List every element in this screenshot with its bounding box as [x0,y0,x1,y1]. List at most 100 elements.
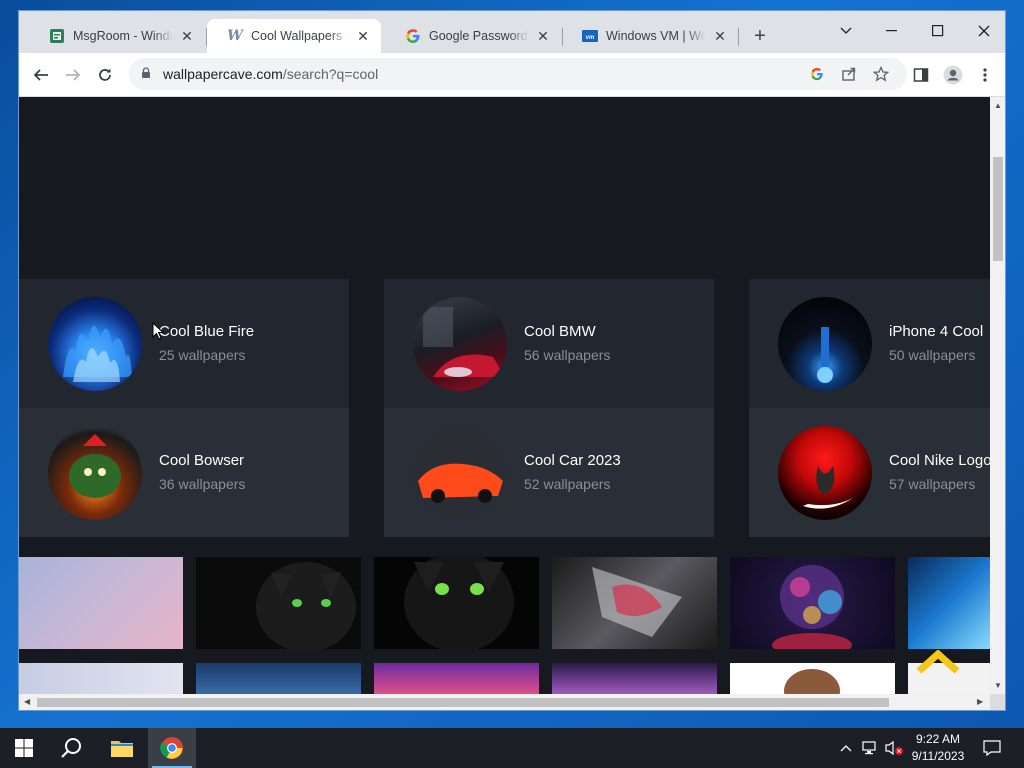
reload-button[interactable] [91,61,119,89]
scroll-left-arrow-icon[interactable]: ◀ [24,697,30,706]
clock-date: 9/11/2023 [911,749,965,763]
address-bar[interactable]: wallpapercave.com/search?q=cool [129,58,907,90]
side-panel-icon[interactable] [909,63,933,87]
horizontal-scrollbar[interactable]: ◀ ▶ [19,694,990,710]
category-count: 52 wallpapers [524,476,611,492]
category-name: Cool Blue Fire [159,323,255,340]
wallpaper-thumbnail[interactable] [196,557,361,649]
category-card[interactable]: Cool Blue Fire 25 wallpapers [19,279,349,408]
minimize-icon[interactable] [869,17,915,45]
category-card[interactable]: Cool Nike Logo 57 wallpapers [749,408,990,537]
tab-title: Windows VM | Workspace [606,29,706,43]
category-count: 57 wallpapers [889,476,976,492]
msgroom-icon [49,28,65,44]
network-icon[interactable] [858,728,882,768]
category-card[interactable]: Cool Bowser 36 wallpapers [19,408,349,537]
tab-close-icon[interactable]: ✕ [535,28,551,44]
tab-strip: MsgRoom - Windows ✕ W Cool Wallpapers - … [19,11,1005,53]
wallpaper-thumbnail[interactable] [374,663,539,694]
wallpaper-thumbnail[interactable] [908,557,990,649]
new-tab-button[interactable]: + [749,25,771,47]
tab-close-icon[interactable]: ✕ [355,28,371,44]
tab-windows-vm[interactable]: vm Windows VM | Workspace ✕ [562,19,738,53]
category-thumbnail [48,426,142,520]
tab-title: Google Password Manager [429,29,529,43]
category-name: Cool Bowser [159,452,245,469]
wallpaper-thumbnail[interactable] [374,557,539,649]
clock-time: 9:22 AM [915,732,961,746]
scroll-to-top-button[interactable] [915,647,961,677]
maximize-icon[interactable] [915,17,961,45]
search-icon[interactable] [48,728,96,768]
vertical-scrollbar[interactable]: ▲ ▼ [990,97,1005,694]
category-name: iPhone 4 Cool [889,323,984,340]
scrollbar-thumb[interactable] [993,157,1003,261]
google-lens-icon[interactable] [807,64,827,84]
scroll-right-arrow-icon[interactable]: ▶ [977,697,983,706]
windows-start-icon[interactable] [0,728,48,768]
browser-window: MsgRoom - Windows ✕ W Cool Wallpapers - … [18,10,1006,711]
taskbar-clock[interactable]: 9:22 AM 9/11/2023 [905,731,971,765]
category-thumbnail [778,297,872,391]
wallpaper-thumbnail[interactable] [730,663,895,694]
url-text: wallpapercave.com/search?q=cool [163,66,378,82]
tab-msgroom[interactable]: MsgRoom - Windows ✕ [29,19,205,53]
category-name: Cool BMW [524,323,596,340]
url-path: /search?q=cool [282,66,379,82]
page-viewport: Cool Blue Fire 25 wallpapers Cool BMW 56… [19,97,990,694]
category-thumbnail [48,297,142,391]
wallpaper-thumbnail[interactable] [196,663,361,694]
close-icon[interactable] [961,17,1005,45]
wallpaper-thumbnail[interactable] [19,557,183,649]
chevron-down-icon[interactable] [823,17,869,45]
wallpaper-thumbnail[interactable] [19,663,183,694]
tab-close-icon[interactable]: ✕ [179,28,195,44]
category-count: 56 wallpapers [524,347,611,363]
profile-icon[interactable] [941,63,965,87]
svg-text:vm: vm [586,35,595,41]
lock-icon [141,66,155,82]
scrollbar-thumb[interactable] [37,698,889,707]
category-card[interactable]: Cool BMW 56 wallpapers [384,279,714,408]
browser-toolbar: wallpapercave.com/search?q=cool [19,53,1005,97]
wallpapercave-icon: W [227,28,243,44]
volume-muted-icon[interactable] [882,728,906,768]
taskbar: 9:22 AM 9/11/2023 [0,728,1024,768]
scroll-down-arrow-icon[interactable]: ▼ [994,681,1002,690]
wallpaper-thumbnail[interactable] [552,557,717,649]
tab-close-icon[interactable]: ✕ [712,28,728,44]
tab-title: MsgRoom - Windows [73,29,173,43]
category-card[interactable]: iPhone 4 Cool 50 wallpapers [749,279,990,408]
chrome-icon[interactable] [148,728,196,768]
chevron-up-icon [916,650,960,674]
share-icon[interactable] [839,64,859,84]
category-count: 25 wallpapers [159,347,246,363]
category-count: 36 wallpapers [159,476,246,492]
category-count: 50 wallpapers [889,347,976,363]
notification-icon[interactable] [978,728,1006,768]
url-domain: wallpapercave.com [163,66,283,82]
forward-button[interactable] [59,61,87,89]
back-button[interactable] [27,61,55,89]
category-thumbnail [413,426,507,520]
vmware-icon: vm [582,28,598,44]
google-icon [405,28,421,44]
scrollbar-corner [990,694,1005,710]
wallpaper-thumbnail[interactable] [552,663,717,694]
tab-google-password-manager[interactable]: Google Password Manager ✕ [385,19,561,53]
menu-icon[interactable] [973,63,997,87]
ad-space [19,97,990,279]
category-thumbnail [778,426,872,520]
mouse-cursor-icon [152,321,165,340]
category-card[interactable]: Cool Car 2023 52 wallpapers [384,408,714,537]
category-thumbnail [413,297,507,391]
category-name: Cool Car 2023 [524,452,621,469]
file-explorer-icon[interactable] [98,728,146,768]
category-name: Cool Nike Logo [889,452,990,469]
scroll-up-arrow-icon[interactable]: ▲ [994,101,1002,110]
tab-wallpapercave[interactable]: W Cool Wallpapers - Wallpaper Cave ✕ [207,19,381,53]
tab-title: Cool Wallpapers - Wallpaper Cave [251,29,349,43]
star-icon[interactable] [871,64,891,84]
show-hidden-icons-chevron-icon[interactable] [836,728,856,768]
wallpaper-thumbnail[interactable] [730,557,895,649]
